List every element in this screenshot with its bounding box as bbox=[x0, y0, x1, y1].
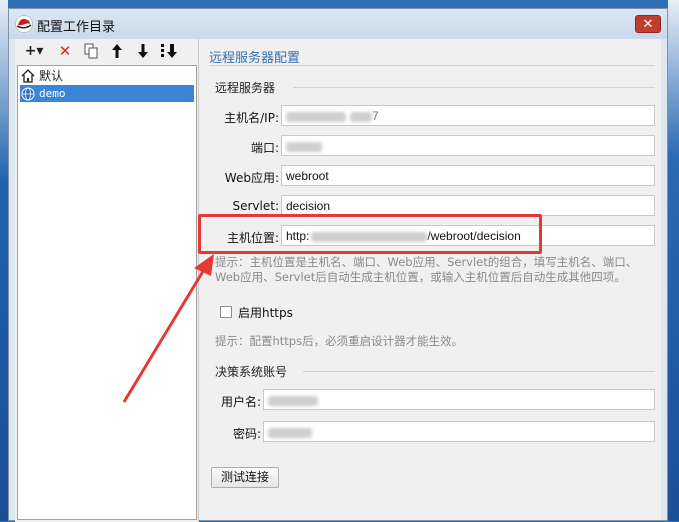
port-input[interactable] bbox=[281, 135, 655, 156]
host-location-label: 主机位置: bbox=[226, 231, 279, 245]
webapp-input[interactable]: webroot bbox=[281, 165, 655, 186]
host-input[interactable]: 7 bbox=[281, 105, 655, 126]
delete-icon: ✕ bbox=[58, 42, 72, 60]
delete-button[interactable]: ✕ bbox=[55, 41, 75, 61]
redacted-text bbox=[268, 395, 318, 406]
password-label: 密码: bbox=[232, 427, 261, 441]
https-hint: 提示：配置https后，必须重启设计器才能生效。 bbox=[215, 334, 464, 348]
password-input[interactable] bbox=[263, 421, 655, 442]
username-input[interactable] bbox=[263, 389, 655, 410]
account-group-title: 决策系统账号 bbox=[215, 365, 288, 379]
test-connection-button[interactable]: 测试连接 bbox=[211, 467, 279, 488]
tree-item-label: 默认 bbox=[39, 69, 64, 83]
dialog-body: +▾ ✕ 默认 demo 远程服务器配置 远程服务器 主机名/IP: 7 端口:… bbox=[15, 39, 661, 522]
tree-item-demo[interactable]: demo bbox=[20, 85, 194, 102]
tree-item-label: demo bbox=[39, 87, 66, 100]
sort-button[interactable] bbox=[159, 41, 179, 61]
config-dialog: 配置工作目录 ✕ +▾ ✕ 默认 demo 远程服务器配置 远程服务器 主机名/… bbox=[8, 8, 668, 522]
port-label: 端口: bbox=[250, 141, 279, 155]
server-group-divider bbox=[293, 87, 655, 88]
desktop-left-edge bbox=[0, 0, 8, 521]
section-title: 远程服务器配置 bbox=[209, 51, 301, 66]
host-location-input[interactable]: http:/webroot/decision bbox=[281, 225, 655, 246]
section-divider bbox=[209, 65, 655, 66]
desktop-right-edge bbox=[668, 0, 679, 521]
directory-pane: +▾ ✕ 默认 demo bbox=[15, 39, 199, 522]
redacted-text bbox=[286, 111, 346, 122]
redacted-text bbox=[286, 141, 322, 152]
arrow-down-icon bbox=[138, 44, 148, 58]
move-down-button[interactable] bbox=[133, 41, 153, 61]
https-checkbox[interactable] bbox=[220, 306, 232, 318]
host-label: 主机名/IP: bbox=[224, 111, 279, 125]
location-hint: 提示：主机位置是主机名、端口、Web应用、Servlet的组合，填写主机名、端口… bbox=[215, 255, 638, 284]
config-panel: 远程服务器配置 远程服务器 主机名/IP: 7 端口: Web应用: webro… bbox=[205, 39, 661, 522]
servlet-label: Servlet: bbox=[232, 199, 280, 213]
add-dropdown-button[interactable]: +▾ bbox=[21, 41, 47, 61]
arrow-up-icon bbox=[112, 44, 122, 58]
close-button[interactable]: ✕ bbox=[635, 15, 661, 33]
app-logo-icon bbox=[15, 15, 33, 33]
https-label: 启用https bbox=[238, 306, 293, 320]
redacted-text bbox=[268, 427, 312, 438]
copy-button[interactable] bbox=[81, 41, 101, 61]
webapp-label: Web应用: bbox=[224, 171, 279, 185]
username-label: 用户名: bbox=[220, 395, 261, 409]
move-up-button[interactable] bbox=[107, 41, 127, 61]
servlet-input[interactable]: decision bbox=[281, 195, 655, 216]
sort-icon bbox=[161, 44, 177, 58]
directory-toolbar: +▾ ✕ bbox=[15, 39, 198, 63]
directory-tree: 默认 demo bbox=[17, 65, 197, 520]
redacted-text bbox=[350, 111, 372, 122]
redacted-text bbox=[311, 231, 428, 242]
globe-icon bbox=[20, 86, 36, 102]
tree-item-default[interactable]: 默认 bbox=[20, 67, 194, 84]
title-bar: 配置工作目录 ✕ bbox=[9, 9, 667, 39]
account-group-divider bbox=[303, 371, 655, 372]
window-title: 配置工作目录 bbox=[37, 20, 116, 35]
copy-icon bbox=[84, 43, 98, 59]
server-group-title: 远程服务器 bbox=[215, 81, 276, 95]
home-icon bbox=[20, 68, 36, 84]
